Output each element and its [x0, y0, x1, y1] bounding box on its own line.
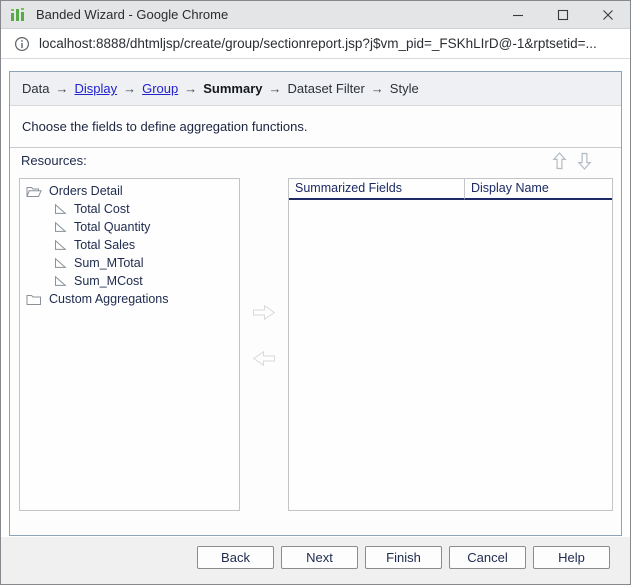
column-header-display-name[interactable]: Display Name [465, 179, 612, 200]
tree-item-orders-detail[interactable]: Orders Detail [20, 182, 239, 200]
tree-item-label: Total Quantity [74, 220, 150, 234]
summary-field-icon [54, 239, 67, 251]
summarized-fields-table: Summarized Fields Display Name [288, 178, 613, 511]
summary-field-icon [54, 275, 67, 287]
tree-item-sum-mtotal[interactable]: Sum_MTotal [20, 254, 239, 272]
summary-field-icon [54, 221, 67, 233]
finish-button[interactable]: Finish [365, 546, 442, 569]
help-button[interactable]: Help [533, 546, 610, 569]
breadcrumb-step-group[interactable]: Group [142, 81, 178, 96]
reorder-controls [552, 151, 592, 171]
tree-item-label: Sum_MCost [74, 274, 143, 288]
breadcrumb-separator-icon: → [123, 81, 136, 96]
titlebar: Banded Wizard - Google Chrome [1, 1, 630, 29]
page-info-icon[interactable] [14, 36, 30, 52]
folder-closed-icon [26, 293, 42, 306]
tree-item-label: Total Sales [74, 238, 135, 252]
breadcrumb-step-display[interactable]: Display [74, 81, 117, 96]
tree-item-label: Custom Aggregations [49, 292, 169, 306]
add-field-button[interactable] [252, 304, 288, 321]
tree-item-label: Orders Detail [49, 184, 123, 198]
tree-item-label: Sum_MTotal [74, 256, 143, 270]
breadcrumb-step-data: Data [22, 81, 49, 96]
back-button[interactable]: Back [197, 546, 274, 569]
tree-item-total-cost[interactable]: Total Cost [20, 200, 239, 218]
tree-item-custom-aggregations[interactable]: Custom Aggregations [20, 290, 239, 308]
breadcrumb-step-style: Style [390, 81, 419, 96]
url-text[interactable]: localhost:8888/dhtmljsp/create/group/sec… [39, 36, 597, 51]
window-controls [495, 1, 630, 29]
resources-label: Resources: [21, 153, 87, 168]
browser-window: Banded Wizard - Google Chrome localhost:… [0, 0, 631, 585]
table-header-row: Summarized Fields Display Name [289, 179, 612, 200]
move-up-button[interactable] [552, 151, 567, 171]
breadcrumb-step-dataset-filter: Dataset Filter [287, 81, 364, 96]
instruction-text: Choose the fields to define aggregation … [10, 106, 621, 148]
resources-tree: Orders Detail Total Cost Total Quantity … [19, 178, 240, 511]
wizard-panel: Data → Display → Group → Summary → Datas… [9, 71, 622, 536]
close-button[interactable] [585, 1, 630, 29]
cancel-button[interactable]: Cancel [449, 546, 526, 569]
minimize-button[interactable] [495, 1, 540, 29]
address-bar: localhost:8888/dhtmljsp/create/group/sec… [1, 29, 630, 59]
app-logo-icon [9, 6, 27, 24]
breadcrumb-separator-icon: → [371, 81, 384, 96]
column-header-summarized-fields[interactable]: Summarized Fields [289, 179, 465, 200]
summary-field-icon [54, 257, 67, 269]
remove-field-button[interactable] [252, 350, 288, 367]
breadcrumb-separator-icon: → [184, 81, 197, 96]
maximize-button[interactable] [540, 1, 585, 29]
tree-item-total-quantity[interactable]: Total Quantity [20, 218, 239, 236]
breadcrumb-separator-icon: → [268, 81, 281, 96]
breadcrumb: Data → Display → Group → Summary → Datas… [10, 72, 621, 106]
breadcrumb-step-summary: Summary [203, 81, 262, 96]
next-button[interactable]: Next [281, 546, 358, 569]
tree-item-total-sales[interactable]: Total Sales [20, 236, 239, 254]
folder-open-icon [26, 185, 42, 198]
summary-field-icon [54, 203, 67, 215]
breadcrumb-separator-icon: → [55, 81, 68, 96]
tree-item-label: Total Cost [74, 202, 130, 216]
window-title: Banded Wizard - Google Chrome [36, 7, 228, 22]
move-down-button[interactable] [577, 151, 592, 171]
transfer-controls [252, 304, 288, 396]
tree-item-sum-mcost[interactable]: Sum_MCost [20, 272, 239, 290]
